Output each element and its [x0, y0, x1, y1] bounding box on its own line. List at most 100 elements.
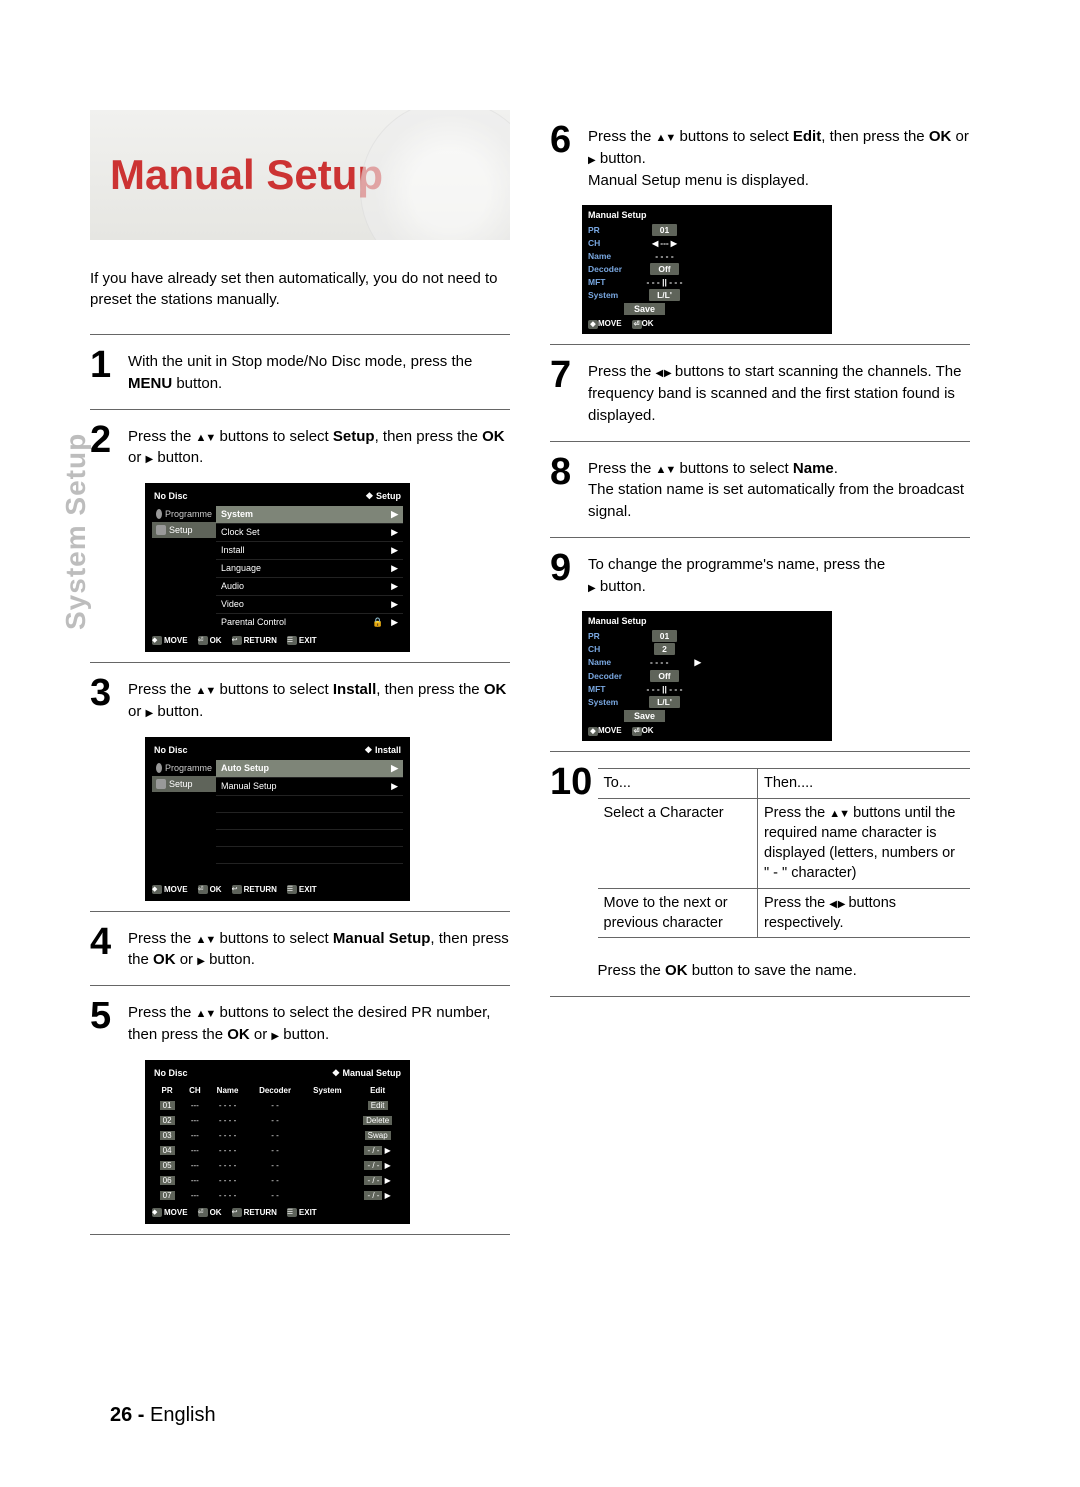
step-text: Press the buttons to select Manual Setup…: [128, 926, 510, 972]
osd-item: Parental Control🔒 ▶: [216, 613, 403, 631]
osd-title: Manual Setup: [588, 210, 701, 223]
osd-table: PRCHNameDecoderSystemEdit 01---- - - -- …: [152, 1083, 403, 1203]
step-number: 6: [550, 124, 578, 191]
step-number: 5: [90, 1000, 118, 1046]
page-number: 26 -: [110, 1404, 150, 1426]
lang: English: [150, 1404, 216, 1426]
osd-item: Audio▶: [216, 577, 403, 595]
separator: [90, 409, 510, 410]
bold-text: Edit: [793, 128, 821, 145]
text: Press the: [588, 460, 656, 477]
text: buttons to select: [675, 460, 793, 477]
step-text: Press the buttons to select Edit, then p…: [588, 124, 970, 191]
text: or: [951, 128, 969, 145]
up-down-icon: [196, 428, 216, 445]
text: , then press the: [821, 128, 929, 145]
bold-text: OK: [665, 962, 688, 979]
text: , then press the: [376, 681, 484, 698]
text: button.: [205, 951, 255, 968]
osd-pr-table: No Disc ❖ Manual Setup PRCHNameDecoderSys…: [145, 1060, 410, 1224]
text: Manual Setup menu is displayed.: [588, 172, 809, 189]
text: Press the: [128, 428, 196, 445]
text: buttons to select: [215, 930, 333, 947]
osd-item: Video▶: [216, 595, 403, 613]
step-number: 7: [550, 359, 578, 426]
page-title: Manual Setup: [110, 151, 383, 199]
separator: [550, 537, 970, 538]
text: button.: [596, 150, 646, 167]
text: or: [250, 1026, 272, 1043]
text: The station name is set automatically fr…: [588, 481, 964, 520]
separator: [90, 334, 510, 335]
text: button.: [596, 578, 646, 595]
step-8: 8 Press the buttons to select Name. The …: [550, 456, 970, 523]
step-number: 8: [550, 456, 578, 523]
right-icon: [588, 150, 596, 167]
osd-item: Install▶: [216, 541, 403, 559]
side-label: System Setup: [60, 433, 92, 630]
text: button.: [153, 449, 203, 466]
bold-text: Install: [333, 681, 376, 698]
osd-setup-menu: No Disc❖ Setup Programme Setup System▶ C…: [145, 483, 410, 652]
disc-graphic: [360, 110, 510, 240]
text: Press the: [588, 363, 656, 380]
osd-item: Clock Set▶: [216, 523, 403, 541]
step-3: 3 Press the buttons to select Install, t…: [90, 677, 510, 723]
step-4: 4 Press the buttons to select Manual Set…: [90, 926, 510, 972]
osd-head-left: No Disc: [154, 491, 188, 502]
text: .: [834, 460, 838, 477]
td: Press the buttons until the required nam…: [758, 798, 971, 888]
up-down-icon: [656, 460, 676, 477]
bold-text: Name: [793, 460, 834, 477]
text: buttons to select: [215, 428, 333, 445]
osd-install-menu: No Disc❖ Install Programme Setup Auto Se…: [145, 737, 410, 901]
text: To change the programme's name, press th…: [588, 556, 885, 573]
text: button.: [279, 1026, 329, 1043]
osd-head-right: ❖ Install: [364, 745, 401, 756]
osd-item: System▶: [216, 506, 403, 523]
up-down-icon: [656, 128, 676, 145]
step-number: 4: [90, 926, 118, 972]
step-text: To change the programme's name, press th…: [588, 552, 885, 598]
step-number: 9: [550, 552, 578, 598]
tv-icon: [156, 509, 162, 519]
intro-text: If you have already set then automatical…: [90, 268, 510, 310]
step-1: 1 With the unit in Stop mode/No Disc mod…: [90, 349, 510, 395]
nav-programme: Programme: [152, 506, 216, 522]
up-down-icon: [196, 930, 216, 947]
text: button.: [172, 375, 222, 392]
osd-head-left: No Disc: [154, 1068, 188, 1079]
separator: [550, 751, 970, 752]
text: button.: [153, 703, 203, 720]
step-2: 2 Press the buttons to select Setup, the…: [90, 424, 510, 470]
right-icon: [588, 578, 596, 595]
text: or: [176, 951, 198, 968]
text: buttons to select: [215, 681, 333, 698]
step-6: 6 Press the buttons to select Edit, then…: [550, 124, 970, 191]
text: Press the: [128, 681, 196, 698]
nav-setup: Setup: [152, 776, 216, 792]
osd-title: Manual Setup: [588, 616, 701, 629]
nav-setup: Setup: [152, 522, 216, 538]
character-table: To...Then.... Select a Character Press t…: [598, 768, 971, 938]
osd-item: [216, 795, 403, 812]
bold-text: OK: [929, 128, 952, 145]
osd-head-right: ❖ Manual Setup: [332, 1068, 401, 1079]
separator: [90, 985, 510, 986]
step-9: 9 To change the programme's name, press …: [550, 552, 970, 598]
osd-footer: ◆MOVE ⏎OK ↩RETURN ☰EXIT: [152, 1203, 403, 1217]
td: Move to the next or previous character: [598, 888, 758, 938]
right-icon: [197, 951, 205, 968]
separator: [90, 911, 510, 912]
bold-text: OK: [484, 681, 507, 698]
osd-footer: ◆MOVE ⏎OK ↩RETURN ☰EXIT: [152, 631, 403, 645]
bold-text: Manual Setup: [333, 930, 431, 947]
text: or: [128, 449, 146, 466]
text: or: [128, 703, 146, 720]
osd-item: Language▶: [216, 559, 403, 577]
right-icon: [271, 1026, 279, 1043]
gear-icon: [156, 779, 166, 789]
step-text: With the unit in Stop mode/No Disc mode,…: [128, 349, 510, 395]
text: Press the: [598, 962, 666, 979]
left-right-icon: [656, 363, 671, 380]
